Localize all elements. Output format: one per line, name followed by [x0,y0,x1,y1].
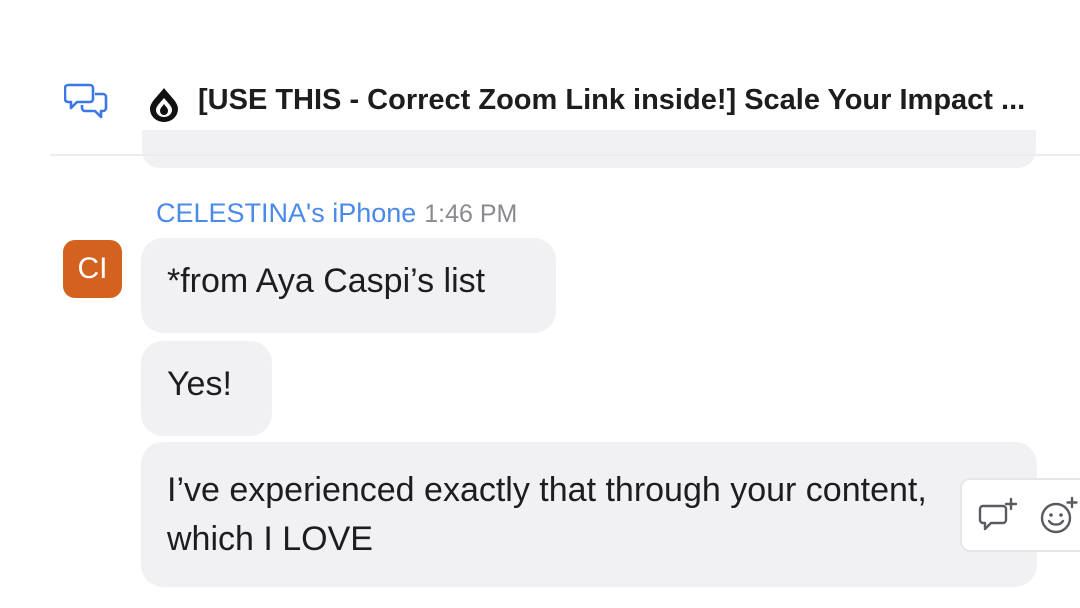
chat-window: [USE THIS - Correct Zoom Link inside!] S… [0,0,1080,608]
message-bubble[interactable]: Yes! [141,341,272,436]
message-bubble[interactable]: I’ve experienced exactly that through yo… [141,442,1037,587]
message-meta: CELESTINA's iPhone 1:46 PM [156,198,517,229]
sender-name[interactable]: CELESTINA's iPhone [156,198,416,228]
message-bubble[interactable]: *from Aya Caspi’s list [141,238,556,333]
message-timestamp: 1:46 PM [424,200,518,228]
avatar[interactable]: CI [63,240,122,298]
reply-thread-icon[interactable] [978,496,1018,536]
chat-bubbles-icon[interactable] [63,81,110,121]
previous-message-bubble [142,130,1036,168]
drop-icon [146,86,182,122]
message-hover-actions [960,478,1080,552]
header-divider [50,154,1080,156]
channel-title[interactable]: [USE THIS - Correct Zoom Link inside!] S… [198,84,1080,117]
add-reaction-icon[interactable] [1038,496,1078,536]
